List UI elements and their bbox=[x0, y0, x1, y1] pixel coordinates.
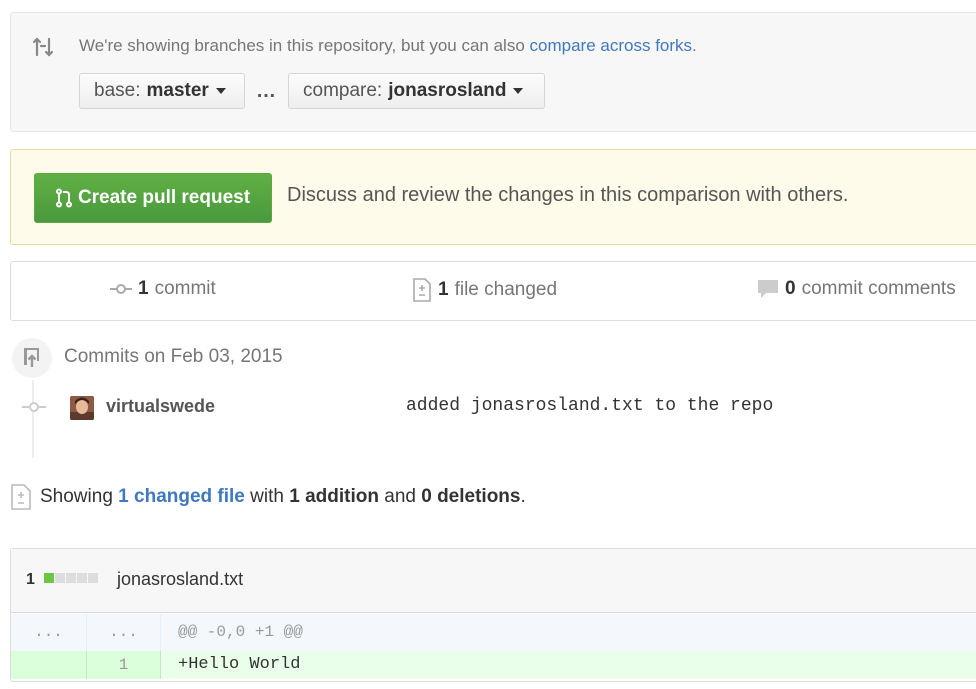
commit-icon bbox=[110, 284, 132, 294]
old-line-number[interactable] bbox=[11, 651, 87, 679]
pull-request-icon bbox=[55, 188, 72, 208]
diffstat-block-added bbox=[44, 573, 54, 583]
file-diff-icon bbox=[413, 278, 431, 302]
commit-message[interactable]: added jonasrosland.txt to the repo bbox=[406, 396, 773, 416]
avatar[interactable] bbox=[70, 396, 94, 420]
flash-description: Discuss and review the changes in this c… bbox=[287, 184, 849, 206]
base-branch-select[interactable]: base: master bbox=[79, 73, 245, 109]
caret-down-icon bbox=[215, 88, 226, 94]
expand-lines-left[interactable]: ... bbox=[11, 614, 87, 651]
commit-dot-icon bbox=[22, 399, 46, 415]
hunk-header-row: ... ... @@ -0,0 +1 @@ bbox=[11, 614, 976, 651]
file-name-link[interactable]: jonasrosland.txt bbox=[117, 569, 243, 590]
commit-comments-tab[interactable]: 0 commit comments bbox=[757, 278, 956, 300]
diff-line-code: +Hello World bbox=[178, 655, 301, 674]
diff-line-addition: 1 +Hello World bbox=[11, 651, 976, 679]
diff-summary: Showing 1 changed file with 1 addition a… bbox=[40, 486, 526, 507]
diffstat-block-neutral bbox=[66, 573, 76, 583]
timeline-line bbox=[32, 380, 34, 458]
diffstat-block-neutral bbox=[88, 573, 98, 583]
range-editor bbox=[10, 12, 976, 132]
compare-arrows-icon bbox=[30, 34, 56, 60]
diffstat-bar bbox=[44, 573, 98, 583]
commit-author[interactable]: virtualswede bbox=[106, 396, 215, 417]
file-diff-icon bbox=[10, 484, 32, 510]
compare-forks-link[interactable]: compare across forks bbox=[530, 36, 693, 55]
compare-branch-select[interactable]: compare: jonasrosland bbox=[288, 73, 545, 109]
repo-push-icon bbox=[12, 338, 52, 378]
diffstat-count: 1 bbox=[26, 571, 35, 588]
caret-down-icon bbox=[513, 88, 524, 94]
expand-lines-right[interactable]: ... bbox=[87, 614, 161, 651]
diffstat-block-neutral bbox=[55, 573, 65, 583]
diffstat-block-neutral bbox=[77, 573, 87, 583]
new-line-number[interactable]: 1 bbox=[87, 651, 161, 679]
range-description: We're showing branches in this repositor… bbox=[79, 36, 697, 55]
hunk-header: @@ -0,0 +1 @@ bbox=[178, 623, 303, 641]
create-pull-request-button[interactable]: Create pull request bbox=[34, 173, 272, 223]
commit-group-title: Commits on Feb 03, 2015 bbox=[64, 346, 283, 367]
commits-tab[interactable]: 1 commit bbox=[110, 278, 216, 300]
comment-icon bbox=[758, 280, 778, 298]
range-separator: … bbox=[256, 80, 277, 102]
changed-files-toggle[interactable]: 1 changed file bbox=[118, 486, 245, 507]
files-changed-tab[interactable]: 1 file changed bbox=[412, 278, 557, 302]
